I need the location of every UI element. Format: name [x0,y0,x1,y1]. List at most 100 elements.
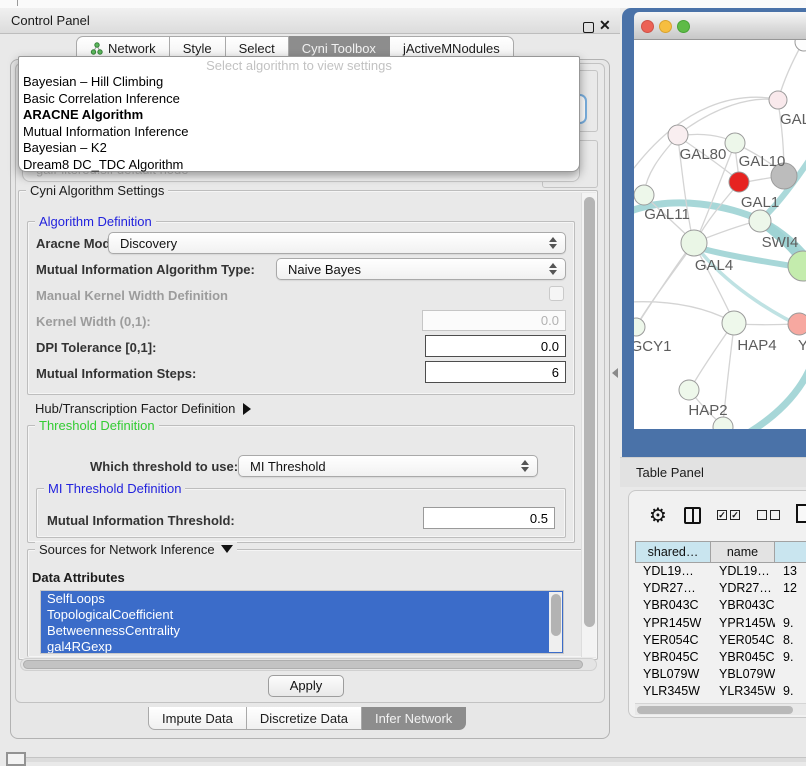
node-label: GAL1 [741,194,779,211]
table-row[interactable]: YDL19…YDL19…13 [635,563,806,580]
data-attributes-list: SelfLoopsTopologicalCoefficientBetweenne… [40,590,564,654]
tab-label: Impute Data [162,711,233,726]
mi-type-combobox[interactable]: Naive Bayes [276,258,566,280]
algorithm-option[interactable]: ARACNE Algorithm [19,107,579,124]
algorithm-option[interactable]: Dream8 DC_TDC Algorithm [19,157,579,174]
table-row[interactable]: YPR145WYPR145W9. [635,615,806,632]
settings-horizontal-scrollbar[interactable] [20,658,597,671]
settings-hscrollbar-thumb[interactable] [23,660,583,669]
column-header[interactable]: name [711,541,775,563]
attributes-scrollbar-thumb[interactable] [551,594,561,636]
table-row[interactable]: YBR045CYBR045C9. [635,649,806,666]
network-node[interactable] [634,185,654,205]
settings-scrollbar-thumb[interactable] [584,197,595,627]
dpi-tolerance-field[interactable]: 0.0 [425,335,566,357]
spinner-arrows-icon [549,237,557,249]
network-view-window: GALGAL80GAL10GAL1GAL11SWI4GAL4GCY1HAP4YH… [622,8,806,457]
network-node[interactable] [668,125,688,145]
hub-definition-label: Hub/Transcription Factor Definition [35,401,235,416]
cyni-bottom-tabs: Impute Data Discretize Data Infer Network [148,707,466,730]
which-threshold-combobox[interactable]: MI Threshold [238,455,538,477]
close-traffic-light[interactable] [641,20,654,33]
tab-impute-data[interactable]: Impute Data [148,707,247,730]
network-node[interactable] [749,210,771,232]
mi-threshold-value: 0.5 [530,511,548,526]
network-node[interactable] [681,230,707,256]
hub-definition-expander[interactable]: Hub/Transcription Factor Definition [35,401,251,416]
float-window-icon[interactable] [583,22,594,33]
algorithm-list: Bayesian – Hill ClimbingBasic Correlatio… [19,74,579,173]
table-row[interactable]: YBL079WYBL079W [635,666,806,683]
tab-label: Cyni Toolbox [302,41,376,56]
table-row[interactable]: YBR043CYBR043C [635,597,806,614]
zoom-traffic-light[interactable] [677,20,690,33]
column-header[interactable] [775,541,806,563]
tab-discretize-data[interactable]: Discretize Data [247,707,362,730]
panel-splitter-handle[interactable] [612,368,618,378]
unchecked-checkbox-icon[interactable] [770,510,780,520]
minimized-panel-icon[interactable] [6,752,26,766]
network-edge [779,44,802,97]
network-node[interactable] [795,40,806,51]
network-edge [679,99,777,134]
table-row[interactable]: YDR27…YDR27…12 [635,580,806,597]
column-header[interactable]: shared… [635,541,711,563]
table-cell: YLR345W [711,683,775,700]
network-canvas[interactable]: GALGAL80GAL10GAL1GAL11SWI4GAL4GCY1HAP4YH… [634,40,806,429]
kernel-width-field[interactable]: 0.0 [422,310,566,331]
sources-group: Sources for Network Inference Data Attri… [27,549,583,657]
mi-steps-field[interactable]: 6 [425,361,566,383]
attribute-item[interactable]: BetweennessCentrality [41,623,563,639]
table-row[interactable]: YLR345WYLR345W9. [635,683,806,700]
network-node[interactable] [722,311,746,335]
manual-kernel-checkbox[interactable] [549,286,564,301]
apply-button[interactable]: Apply [268,675,344,697]
kernel-width-label: Kernel Width (0,1): [36,314,151,329]
table-cell: YDR27… [635,580,711,597]
network-node[interactable] [788,251,806,281]
close-icon[interactable]: ✕ [599,17,611,34]
network-node[interactable] [769,91,787,109]
manual-kernel-label: Manual Kernel Width Definition [36,288,228,303]
table-cell: 8. [775,632,806,649]
columns-icon[interactable] [684,507,701,524]
attribute-item[interactable]: gal4RGexp [41,639,563,654]
attributes-scrollbar[interactable] [549,592,562,652]
table-cell: YDL19… [711,563,775,580]
network-node[interactable] [634,318,645,336]
network-node[interactable] [725,133,745,153]
checked-checkbox-icon[interactable]: ✓ [717,510,727,520]
table-hscrollbar-thumb[interactable] [637,706,793,714]
mi-steps-label: Mutual Information Steps: [36,366,196,381]
network-edge [644,137,677,193]
algorithm-option[interactable]: Bayesian – Hill Climbing [19,74,579,91]
sources-title: Sources for Network Inference [35,542,237,557]
table-row[interactable]: YER054CYER054C8. [635,632,806,649]
node-label: GAL11 [644,206,690,223]
unchecked-checkbox-icon[interactable] [757,510,767,520]
table-horizontal-scrollbar[interactable] [635,703,806,715]
checked-checkbox-icon[interactable]: ✓ [730,510,740,520]
spinner-arrows-icon [521,460,529,472]
network-icon [90,42,103,55]
algorithm-option[interactable]: Basic Correlation Inference [19,91,579,108]
network-node[interactable] [679,380,699,400]
mi-threshold-field[interactable]: 0.5 [423,507,555,529]
document-icon[interactable] [796,504,806,523]
table-panel-title: Table Panel [636,465,704,480]
algorithm-option[interactable]: Bayesian – K2 [19,140,579,157]
settings-vertical-scrollbar[interactable] [581,193,596,657]
attribute-item[interactable]: SelfLoops [41,591,563,607]
gear-icon[interactable]: ⚙ [649,503,667,527]
attribute-item[interactable]: TopologicalCoefficient [41,607,563,623]
tab-infer-network[interactable]: Infer Network [362,707,466,730]
network-node[interactable] [729,172,749,192]
aracne-mode-combobox[interactable]: Discovery [108,232,566,254]
dpi-tolerance-label: DPI Tolerance [0,1]: [36,340,156,355]
minimize-traffic-light[interactable] [659,20,672,33]
tab-label: Discretize Data [260,711,348,726]
network-node[interactable] [788,313,806,335]
network-window-titlebar[interactable] [634,12,806,40]
network-edge [691,325,732,388]
algorithm-option[interactable]: Mutual Information Inference [19,124,579,141]
